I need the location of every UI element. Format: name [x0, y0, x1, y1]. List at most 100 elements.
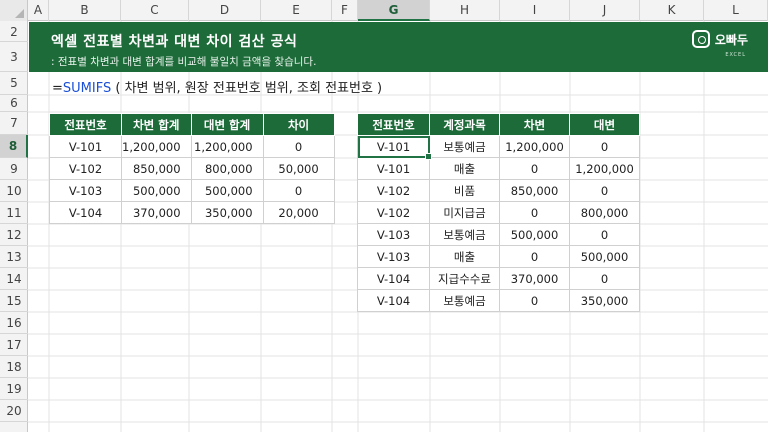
summary-header-debit-total[interactable]: 차변 합계: [121, 113, 192, 136]
formula-prefix: =: [52, 81, 63, 96]
table-cell[interactable]: 1,200,000: [121, 135, 192, 158]
table-cell[interactable]: 0: [569, 267, 640, 290]
table-cell[interactable]: V-102: [49, 157, 122, 180]
table-cell[interactable]: 매출: [429, 245, 500, 268]
row-header-7[interactable]: 7: [0, 112, 28, 135]
table-cell[interactable]: 0: [569, 135, 640, 158]
row-header-16[interactable]: 16: [0, 312, 28, 334]
ledger-header-voucher[interactable]: 전표번호: [357, 113, 430, 136]
row-header-18[interactable]: 18: [0, 356, 28, 378]
row-header-14[interactable]: 14: [0, 268, 28, 290]
column-header-f[interactable]: F: [332, 0, 358, 21]
row-header-13[interactable]: 13: [0, 246, 28, 268]
table-cell[interactable]: 50,000: [262, 157, 335, 180]
column-header-a[interactable]: A: [28, 0, 49, 21]
summary-header-difference[interactable]: 차이: [262, 113, 335, 136]
row-header-15[interactable]: 15: [0, 290, 28, 312]
table-cell[interactable]: 370,000: [121, 201, 192, 224]
table-cell[interactable]: V-104: [357, 267, 430, 290]
table-cell[interactable]: 보통예금: [429, 289, 500, 312]
row-header-3[interactable]: 3: [0, 42, 28, 72]
column-header-c[interactable]: C: [121, 0, 189, 21]
column-header-l[interactable]: L: [704, 0, 768, 21]
table-cell[interactable]: 0: [262, 179, 335, 202]
table-cell[interactable]: 350,000: [190, 201, 264, 224]
row-header-9[interactable]: 9: [0, 158, 28, 180]
table-cell[interactable]: V-103: [357, 245, 430, 268]
ledger-header-credit[interactable]: 대변: [569, 113, 640, 136]
table-cell[interactable]: 지급수수료: [429, 267, 500, 290]
select-all-corner[interactable]: [0, 0, 28, 21]
table-cell[interactable]: 500,000: [499, 223, 570, 246]
table-row: V-103 보통예금 500,000 0: [357, 223, 640, 246]
column-header-i[interactable]: I: [500, 0, 570, 21]
table-cell[interactable]: 0: [499, 245, 570, 268]
table-cell[interactable]: V-103: [357, 223, 430, 246]
table-cell[interactable]: 보통예금: [429, 223, 500, 246]
row-header-6[interactable]: 6: [0, 95, 28, 112]
column-header-d[interactable]: D: [189, 0, 261, 21]
column-header-g[interactable]: G: [358, 0, 430, 21]
table-cell[interactable]: 0: [499, 201, 570, 224]
table-cell[interactable]: 미지급금: [429, 201, 500, 224]
table-row: V-101 1,200,000 1,200,000 0: [49, 135, 335, 158]
table-cell[interactable]: 0: [569, 223, 640, 246]
table-cell[interactable]: V-102: [357, 179, 430, 202]
row-header-17[interactable]: 17: [0, 334, 28, 356]
row-header-8[interactable]: 8: [0, 135, 28, 158]
table-cell[interactable]: 1,200,000: [190, 135, 264, 158]
row-header-10[interactable]: 10: [0, 180, 28, 202]
table-cell[interactable]: 500,000: [121, 179, 192, 202]
row-header-bar: 2 3 5 6 7 8 9 10 11 12 13 14 15 16 17 18…: [0, 21, 28, 432]
table-row: V-102 850,000 800,000 50,000: [49, 157, 335, 180]
column-header-bar: A B C D E F G H I J K L: [0, 0, 768, 21]
table-cell[interactable]: 1,200,000: [499, 135, 570, 158]
column-header-h[interactable]: H: [430, 0, 500, 21]
table-cell[interactable]: 0: [262, 135, 335, 158]
column-header-b[interactable]: B: [49, 0, 121, 21]
formula-function: SUMIFS: [62, 81, 112, 96]
summary-header-credit-total[interactable]: 대변 합계: [190, 113, 264, 136]
table-cell[interactable]: 0: [499, 157, 570, 180]
table-cell[interactable]: 350,000: [569, 289, 640, 312]
table-cell[interactable]: 500,000: [190, 179, 264, 202]
summary-table: 전표번호 차변 합계 대변 합계 차이 V-101 1,200,000 1,20…: [49, 113, 335, 224]
table-cell[interactable]: 20,000: [262, 201, 335, 224]
table-cell[interactable]: 800,000: [190, 157, 264, 180]
table-row: V-102 미지급금 0 800,000: [357, 201, 640, 224]
column-header-e[interactable]: E: [261, 0, 332, 21]
table-cell[interactable]: 1,200,000: [569, 157, 640, 180]
table-cell[interactable]: V-103: [49, 179, 122, 202]
active-cell[interactable]: V-101: [357, 135, 433, 161]
row-header-5[interactable]: 5: [0, 72, 28, 95]
table-cell[interactable]: 500,000: [569, 245, 640, 268]
table-cell[interactable]: V-104: [49, 201, 122, 224]
ledger-table: 전표번호 계정과목 차변 대변 V-101 보통예금 1,200,000 0 V…: [357, 113, 640, 312]
table-row: V-103 매출 0 500,000: [357, 245, 640, 268]
table-cell[interactable]: 보통예금: [429, 135, 500, 158]
summary-header-voucher[interactable]: 전표번호: [49, 113, 122, 136]
row-header-19[interactable]: 19: [0, 378, 28, 400]
table-cell[interactable]: 850,000: [121, 157, 192, 180]
table-cell[interactable]: 매출: [429, 157, 500, 180]
table-row: V-101 매출 0 1,200,000: [357, 157, 640, 180]
table-cell[interactable]: 850,000: [499, 179, 570, 202]
table-cell[interactable]: 370,000: [499, 267, 570, 290]
table-cell[interactable]: 0: [499, 289, 570, 312]
row-header-2[interactable]: 2: [0, 22, 28, 42]
column-header-k[interactable]: K: [640, 0, 704, 21]
table-cell[interactable]: V-101: [357, 157, 430, 180]
row-header-20[interactable]: 20: [0, 400, 28, 422]
table-cell[interactable]: V-101: [49, 135, 122, 158]
formula-args: ( 차변 범위, 원장 전표번호 범위, 조회 전표번호 ): [111, 81, 383, 96]
table-cell[interactable]: 800,000: [569, 201, 640, 224]
table-cell[interactable]: 0: [569, 179, 640, 202]
row-header-12[interactable]: 12: [0, 224, 28, 246]
ledger-header-debit[interactable]: 차변: [499, 113, 570, 136]
ledger-header-account[interactable]: 계정과목: [429, 113, 500, 136]
row-header-11[interactable]: 11: [0, 202, 28, 224]
table-cell[interactable]: 비품: [429, 179, 500, 202]
table-cell[interactable]: V-104: [357, 289, 430, 312]
table-cell[interactable]: V-102: [357, 201, 430, 224]
column-header-j[interactable]: J: [570, 0, 640, 21]
